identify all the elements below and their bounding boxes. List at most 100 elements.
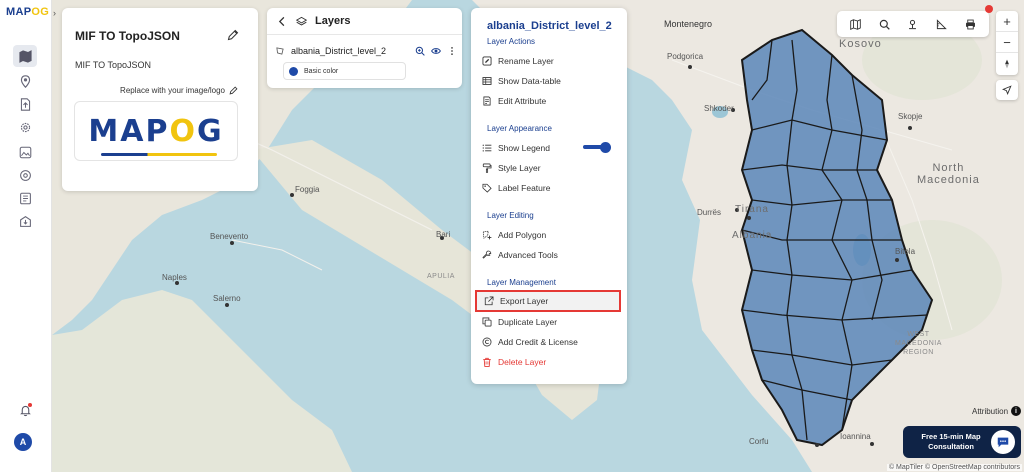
- compass-button[interactable]: [996, 53, 1018, 74]
- section-layer-appearance: Layer Appearance: [487, 124, 552, 133]
- map-label-tirana: Tirana: [735, 204, 769, 215]
- measure-icon[interactable]: [936, 18, 948, 30]
- bell-icon[interactable]: [13, 399, 37, 421]
- export-icon: [484, 296, 494, 306]
- logo-underline: [101, 153, 217, 156]
- label-feature-item[interactable]: Label Feature: [481, 179, 621, 197]
- chat-bubble-icon[interactable]: [991, 430, 1015, 454]
- attribution-toggle[interactable]: Attribution i: [972, 406, 1022, 416]
- map-label-podgorica: Podgorica: [667, 52, 704, 61]
- download-map-icon[interactable]: [13, 210, 37, 232]
- legend-toggle[interactable]: [583, 142, 611, 153]
- user-location-icon[interactable]: [907, 19, 918, 30]
- map-label-benevento: Benevento: [210, 232, 249, 241]
- layer-item[interactable]: albania_District_level_2: [275, 44, 457, 58]
- style-layer-item[interactable]: Style Layer: [481, 159, 621, 177]
- free-consultation-button[interactable]: Free 15-min Map Consultation: [903, 426, 1021, 458]
- polygon-icon: [276, 47, 284, 55]
- left-sidebar: MAPOG A: [0, 0, 52, 472]
- notification-dot: [28, 403, 32, 407]
- section-layer-management: Layer Management: [487, 278, 556, 287]
- export-layer-item[interactable]: Export Layer: [475, 290, 621, 312]
- map-credit-footer: © MapTiler © OpenStreetMap contributors: [886, 464, 1022, 471]
- layer-color-chip[interactable]: Basic color: [283, 62, 406, 80]
- map-label-shkoder: Shkoder: [704, 104, 734, 113]
- add-polygon-item[interactable]: Add Polygon: [481, 226, 621, 244]
- info-icon: i: [1011, 406, 1022, 416]
- add-credit-item[interactable]: Add Credit & License: [481, 333, 621, 351]
- chevron-left-icon[interactable]: [277, 16, 288, 27]
- search-icon[interactable]: [879, 19, 890, 30]
- map-label-salerno: Salerno: [213, 294, 241, 303]
- navigation-arrow-icon: [1002, 85, 1012, 95]
- document-edit-icon: [483, 96, 491, 106]
- visibility-eye-icon[interactable]: [431, 46, 441, 56]
- delete-layer-item[interactable]: Delete Layer: [481, 353, 621, 371]
- map-label-bitola: Bitola: [895, 247, 916, 256]
- show-datatable-item[interactable]: Show Data-table: [481, 72, 621, 90]
- basemap-icon[interactable]: [850, 18, 861, 30]
- upload-file-icon[interactable]: [13, 93, 37, 115]
- map-label-foggia: Foggia: [295, 185, 320, 194]
- map-label-montenegro: Montenegro: [664, 19, 713, 29]
- trash-icon: [483, 357, 491, 367]
- paint-roller-icon: [482, 163, 492, 173]
- map-label-ioannina: Ioannina: [840, 432, 871, 441]
- map-info-card: MIF TO TopoJSON MIF TO TopoJSON Replace …: [62, 8, 258, 191]
- zoom-controls: + −: [996, 11, 1018, 75]
- copy-icon: [482, 317, 492, 327]
- logo-image[interactable]: MAPOG: [74, 101, 238, 161]
- map-label-bari: Bari: [436, 230, 451, 239]
- zoom-out-button[interactable]: −: [996, 32, 1018, 53]
- layers-gallery-icon[interactable]: [13, 141, 37, 163]
- table-icon: [482, 77, 492, 85]
- list-icon: [482, 144, 492, 152]
- gear-alt-icon[interactable]: [13, 164, 37, 186]
- section-layer-actions: Layer Actions: [487, 37, 536, 46]
- map-toolbar: [837, 11, 989, 37]
- color-label: Basic color: [304, 67, 339, 75]
- map-label-albania: Albania: [732, 230, 773, 241]
- avatar[interactable]: A: [14, 433, 32, 451]
- duplicate-layer-item[interactable]: Duplicate Layer: [481, 313, 621, 331]
- edit-pencil-icon[interactable]: [227, 29, 239, 41]
- map-label-durres: Durrës: [697, 208, 722, 217]
- layers-panel: Layers albania_District_level_2 Basic co…: [267, 8, 462, 88]
- map-label-skopje: Skopje: [898, 112, 923, 121]
- map-label-apulia: APULIA: [427, 273, 455, 280]
- more-vertical-icon[interactable]: [447, 46, 457, 56]
- edit-attribute-item[interactable]: Edit Attribute: [481, 92, 621, 110]
- tag-icon: [482, 183, 492, 193]
- map-label-naples: Naples: [162, 273, 187, 282]
- map-title: MIF TO TopoJSON: [75, 29, 180, 43]
- menu-layer-title: albania_District_level_2: [487, 20, 612, 32]
- zoom-to-layer-icon[interactable]: [415, 46, 425, 56]
- locate-me-button[interactable]: [996, 80, 1018, 100]
- map-label-west-macedonia: WEST MACEDONIA REGION: [895, 331, 942, 356]
- report-icon[interactable]: [13, 187, 37, 209]
- replace-logo-link[interactable]: Replace with your image/logo: [120, 86, 238, 95]
- advanced-tools-item[interactable]: Advanced Tools: [481, 246, 621, 264]
- section-layer-editing: Layer Editing: [487, 211, 534, 220]
- zoom-in-button[interactable]: +: [996, 11, 1018, 32]
- layer-name: albania_District_level_2: [291, 46, 387, 56]
- consultation-text: Free 15-min Map Consultation: [921, 432, 981, 451]
- show-legend-item[interactable]: Show Legend: [481, 139, 621, 157]
- wrench-icon: [482, 250, 492, 259]
- map-icon[interactable]: [13, 45, 37, 67]
- chevron-right-icon[interactable]: ›: [53, 8, 63, 20]
- app-logo[interactable]: MAPOG: [6, 6, 49, 18]
- edit-square-icon: [482, 56, 492, 66]
- notification-badge: [985, 5, 993, 13]
- layers-title: Layers: [315, 15, 351, 27]
- map-label-kosovo: Kosovo: [839, 38, 882, 50]
- rename-layer-item[interactable]: Rename Layer: [481, 52, 621, 70]
- layers-header: Layers: [267, 8, 462, 35]
- settings-icon[interactable]: [13, 116, 37, 138]
- color-dot: [289, 66, 298, 76]
- mapog-logo: MAPOG: [88, 113, 224, 149]
- map-label-corfu: Corfu: [749, 437, 769, 446]
- location-pin-icon[interactable]: [13, 70, 37, 92]
- print-icon[interactable]: [965, 19, 976, 30]
- compass-icon: [1005, 59, 1009, 68]
